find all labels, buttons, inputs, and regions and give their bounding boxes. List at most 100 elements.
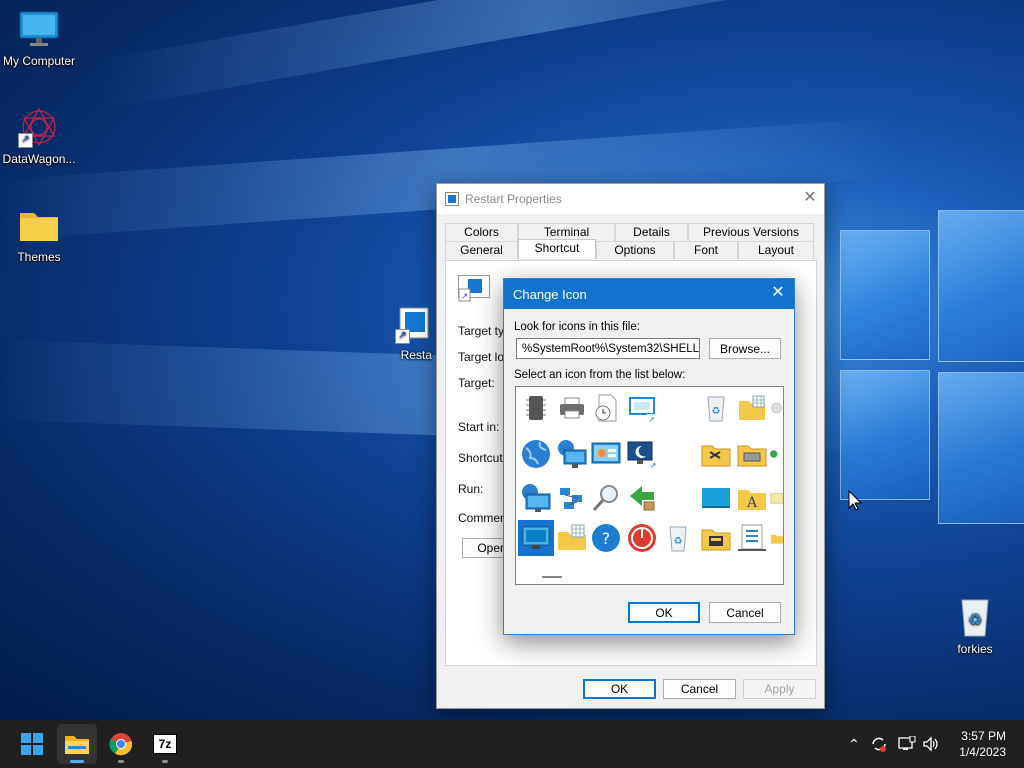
close-icon[interactable]: ✕: [770, 285, 786, 301]
svg-text:♻: ♻: [712, 406, 721, 417]
start-icon: [21, 733, 43, 755]
partial-icon[interactable]: [770, 390, 783, 426]
windows-logo-backdrop: [840, 210, 1024, 560]
desktop-icon[interactable]: [518, 520, 554, 556]
change-icon-dialog: Change Icon ✕ Look for icons in this fil…: [503, 278, 795, 635]
target-label: Target:: [458, 376, 495, 390]
browse-button[interactable]: Browse...: [709, 338, 781, 359]
logo-pane: [938, 210, 1024, 362]
logo-pane: [938, 372, 1024, 524]
tab-previous-versions[interactable]: Previous Versions: [688, 223, 814, 241]
sleep-monitor-icon[interactable]: ↗: [624, 436, 660, 472]
close-icon[interactable]: ✕: [802, 190, 818, 206]
network-computer-icon[interactable]: [518, 480, 554, 516]
migration-icon[interactable]: [624, 480, 660, 516]
shortcut-arrow-icon: ↗: [18, 133, 33, 148]
network-globe-icon[interactable]: [554, 436, 590, 472]
file-explorer-icon: [65, 736, 89, 754]
tab-font[interactable]: Font: [674, 241, 738, 259]
taskbar: 7z ⌃ 3:57 PM 1/4/2023: [0, 720, 1024, 768]
help-icon[interactable]: ?: [588, 520, 624, 556]
green-partial-icon[interactable]: [770, 436, 783, 472]
folder-grid-icon[interactable]: [554, 520, 590, 556]
logo-pane: [840, 370, 930, 500]
folder-tools-icon[interactable]: [698, 520, 734, 556]
svg-text:A: A: [746, 495, 758, 511]
dialog-titlebar[interactable]: Change Icon ✕: [504, 279, 794, 309]
ok-button[interactable]: OK: [583, 679, 656, 699]
window-titlebar[interactable]: Restart Properties ✕: [437, 184, 824, 214]
recycle-bin-icon[interactable]: ♻: [660, 520, 696, 556]
tab-general[interactable]: General: [445, 241, 518, 259]
globe-icon[interactable]: [518, 436, 554, 472]
tab-row-bottom: General Shortcut Options Font Layout: [445, 239, 814, 259]
desktop-icon-my-computer[interactable]: My Computer: [0, 8, 78, 68]
running-indicator: [118, 760, 124, 763]
shortcut-arrow-icon: ↗: [395, 329, 410, 344]
folder-drive-icon[interactable]: [734, 436, 770, 472]
power-icon[interactable]: [624, 520, 660, 556]
horizontal-scrollbar[interactable]: [542, 576, 562, 578]
chrome-button[interactable]: [101, 724, 141, 764]
tab-details[interactable]: Details: [615, 223, 688, 241]
clock-document-icon[interactable]: [588, 390, 624, 426]
folder-partial-icon[interactable]: [770, 480, 783, 516]
desktop-icon-label: Resta: [400, 348, 432, 362]
datawagon-icon: ↗: [18, 106, 60, 148]
cancel-button[interactable]: Cancel: [709, 602, 781, 623]
sync-icon[interactable]: [868, 720, 890, 768]
desktop-icon-forkies[interactable]: ♻ forkies: [936, 596, 1014, 656]
start-in-label: Start in:: [458, 420, 500, 434]
system-clock[interactable]: 3:57 PM 1/4/2023: [959, 728, 1006, 760]
apply-button[interactable]: Apply: [743, 679, 816, 699]
dialog-title: Change Icon: [513, 286, 587, 302]
font-folder-icon[interactable]: A: [734, 480, 770, 516]
desktop-icon-label: Themes: [17, 250, 61, 264]
network-icon[interactable]: [896, 720, 918, 768]
file-explorer-button[interactable]: [57, 724, 97, 764]
tab-options[interactable]: Options: [596, 241, 674, 259]
run-label: Run:: [458, 482, 484, 496]
active-indicator: [70, 760, 84, 763]
tab-layout[interactable]: Layout: [738, 241, 814, 259]
clock-date: 1/4/2023: [959, 745, 1006, 759]
printer-icon[interactable]: [554, 390, 590, 426]
folder-tools-icon[interactable]: [698, 436, 734, 472]
volume-icon[interactable]: [920, 720, 942, 768]
svg-text:↗: ↗: [648, 415, 655, 423]
cancel-button[interactable]: Cancel: [663, 679, 736, 699]
search-icon[interactable]: [588, 480, 624, 516]
folder-partial-icon[interactable]: [770, 520, 783, 556]
folder-grid-icon[interactable]: [734, 390, 770, 426]
icon-list[interactable]: ↗ ♻ ↗ A ? ♻: [515, 386, 784, 585]
display-icon[interactable]: [698, 480, 734, 516]
window-title: Restart Properties: [465, 192, 562, 206]
desktop-icon-themes[interactable]: Themes: [0, 204, 78, 264]
network-icon[interactable]: [554, 480, 590, 516]
chip-icon[interactable]: [518, 390, 554, 426]
mouse-cursor-icon: [848, 489, 863, 515]
monitor-shortcut-icon[interactable]: ↗: [624, 390, 660, 426]
svg-text:↗: ↗: [461, 292, 469, 302]
control-panel-icon[interactable]: [588, 436, 624, 472]
ok-button[interactable]: OK: [628, 602, 700, 623]
light-beam: [95, 0, 991, 110]
clock-time: 3:57 PM: [961, 729, 1006, 743]
tab-colors[interactable]: Colors: [445, 223, 518, 241]
recycle-bin-icon: ♻: [954, 596, 996, 638]
svg-text:↗: ↗: [650, 461, 657, 470]
desktop-icon-datawagon[interactable]: ↗ DataWagon...: [0, 106, 78, 166]
window-app-icon: [445, 192, 459, 206]
icon-file-path-input[interactable]: %SystemRoot%\System32\SHELL32: [516, 338, 700, 359]
7zip-button[interactable]: 7z: [145, 724, 185, 764]
tab-shortcut[interactable]: Shortcut: [518, 239, 596, 259]
recycle-bin-icon[interactable]: ♻: [698, 390, 734, 426]
server-icon[interactable]: [734, 520, 770, 556]
logo-pane: [840, 230, 930, 360]
look-for-label: Look for icons in this file:: [514, 321, 640, 333]
7zip-icon: 7z: [153, 734, 177, 754]
chevron-up-icon[interactable]: ⌃: [844, 720, 864, 768]
start-button[interactable]: [12, 724, 52, 764]
running-indicator: [162, 760, 168, 763]
desktop-icon-restart[interactable]: ↗ Resta: [392, 306, 432, 362]
